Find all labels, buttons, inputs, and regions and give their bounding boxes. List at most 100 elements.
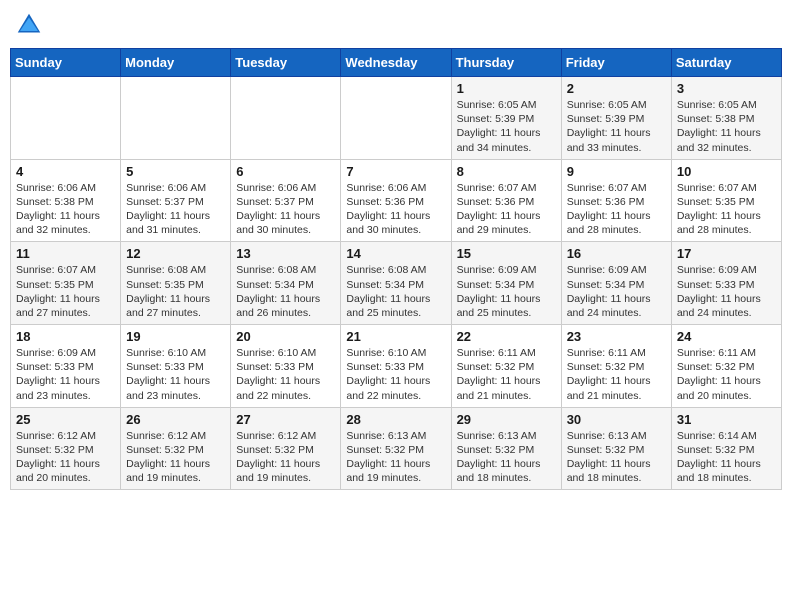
day-info: Sunrise: 6:11 AM Sunset: 5:32 PM Dayligh…	[457, 346, 556, 403]
day-info: Sunrise: 6:06 AM Sunset: 5:37 PM Dayligh…	[236, 181, 335, 238]
calendar-cell: 5Sunrise: 6:06 AM Sunset: 5:37 PM Daylig…	[121, 159, 231, 242]
day-number: 25	[16, 412, 115, 427]
day-number: 22	[457, 329, 556, 344]
calendar-cell: 11 Sunrise: 6:07 AM Sunset: 5:35 PM Dayli…	[11, 242, 121, 325]
day-info: Sunrise: 6:12 AM Sunset: 5:32 PM Dayligh…	[126, 429, 225, 486]
day-number: 9	[567, 164, 666, 179]
calendar-cell: 20 Sunrise: 6:10 AM Sunset: 5:33 PM Dayli…	[231, 325, 341, 408]
day-number: 18	[16, 329, 115, 344]
week-row-4: 18 Sunrise: 6:09 AM Sunset: 5:33 PM Dayli…	[11, 325, 782, 408]
logo-icon	[14, 10, 44, 40]
day-info: Sunrise: 6:13 AM Sunset: 5:32 PM Dayligh…	[346, 429, 445, 486]
calendar-cell: 22 Sunrise: 6:11 AM Sunset: 5:32 PM Dayli…	[451, 325, 561, 408]
calendar-cell: 6 Sunrise: 6:06 AM Sunset: 5:37 PM Daylig…	[231, 159, 341, 242]
day-number: 12	[126, 246, 225, 261]
day-info: Sunrise: 6:11 AM Sunset: 5:32 PM Dayligh…	[677, 346, 776, 403]
weekday-header-sunday: Sunday	[11, 49, 121, 77]
weekday-header-friday: Friday	[561, 49, 671, 77]
week-row-3: 11 Sunrise: 6:07 AM Sunset: 5:35 PM Dayli…	[11, 242, 782, 325]
calendar-cell	[11, 77, 121, 160]
calendar-cell: 30 Sunrise: 6:13 AM Sunset: 5:32 PM Dayli…	[561, 407, 671, 490]
day-number: 30	[567, 412, 666, 427]
day-info: Sunrise: 6:08 AM Sunset: 5:34 PM Dayligh…	[236, 263, 335, 320]
day-number: 2	[567, 81, 666, 96]
calendar-cell: 28 Sunrise: 6:13 AM Sunset: 5:32 PM Dayli…	[341, 407, 451, 490]
day-number: 21	[346, 329, 445, 344]
day-number: 8	[457, 164, 556, 179]
day-info: Sunrise: 6:12 AM Sunset: 5:32 PM Dayligh…	[16, 429, 115, 486]
day-info: Sunrise: 6:08 AM Sunset: 5:35 PM Dayligh…	[126, 263, 225, 320]
calendar-cell: 13 Sunrise: 6:08 AM Sunset: 5:34 PM Dayli…	[231, 242, 341, 325]
day-number: 31	[677, 412, 776, 427]
day-info: Sunrise: 6:07 AM Sunset: 5:36 PM Dayligh…	[567, 181, 666, 238]
day-number: 1	[457, 81, 556, 96]
day-number: 13	[236, 246, 335, 261]
calendar-cell: 7Sunrise: 6:06 AM Sunset: 5:36 PM Daylig…	[341, 159, 451, 242]
day-info: Sunrise: 6:05 AM Sunset: 5:39 PM Dayligh…	[457, 98, 556, 155]
weekday-header-monday: Monday	[121, 49, 231, 77]
calendar-cell: 17 Sunrise: 6:09 AM Sunset: 5:33 PM Dayli…	[671, 242, 781, 325]
day-info: Sunrise: 6:09 AM Sunset: 5:34 PM Dayligh…	[567, 263, 666, 320]
day-info: Sunrise: 6:06 AM Sunset: 5:38 PM Dayligh…	[16, 181, 115, 238]
logo	[14, 10, 48, 40]
calendar-cell: 10Sunrise: 6:07 AM Sunset: 5:35 PM Dayli…	[671, 159, 781, 242]
day-info: Sunrise: 6:10 AM Sunset: 5:33 PM Dayligh…	[126, 346, 225, 403]
day-info: Sunrise: 6:08 AM Sunset: 5:34 PM Dayligh…	[346, 263, 445, 320]
day-info: Sunrise: 6:10 AM Sunset: 5:33 PM Dayligh…	[236, 346, 335, 403]
day-info: Sunrise: 6:13 AM Sunset: 5:32 PM Dayligh…	[457, 429, 556, 486]
calendar-cell: 19 Sunrise: 6:10 AM Sunset: 5:33 PM Dayli…	[121, 325, 231, 408]
day-info: Sunrise: 6:12 AM Sunset: 5:32 PM Dayligh…	[236, 429, 335, 486]
day-info: Sunrise: 6:14 AM Sunset: 5:32 PM Dayligh…	[677, 429, 776, 486]
calendar-cell: 4Sunrise: 6:06 AM Sunset: 5:38 PM Daylig…	[11, 159, 121, 242]
calendar-cell: 29 Sunrise: 6:13 AM Sunset: 5:32 PM Dayli…	[451, 407, 561, 490]
day-number: 19	[126, 329, 225, 344]
week-row-5: 25 Sunrise: 6:12 AM Sunset: 5:32 PM Dayli…	[11, 407, 782, 490]
weekday-header-wednesday: Wednesday	[341, 49, 451, 77]
weekday-header-tuesday: Tuesday	[231, 49, 341, 77]
calendar-cell: 8 Sunrise: 6:07 AM Sunset: 5:36 PM Daylig…	[451, 159, 561, 242]
day-info: Sunrise: 6:07 AM Sunset: 5:36 PM Dayligh…	[457, 181, 556, 238]
calendar-cell: 14 Sunrise: 6:08 AM Sunset: 5:34 PM Dayli…	[341, 242, 451, 325]
day-number: 14	[346, 246, 445, 261]
day-number: 29	[457, 412, 556, 427]
day-info: Sunrise: 6:09 AM Sunset: 5:33 PM Dayligh…	[16, 346, 115, 403]
calendar-cell: 12 Sunrise: 6:08 AM Sunset: 5:35 PM Dayli…	[121, 242, 231, 325]
day-info: Sunrise: 6:06 AM Sunset: 5:37 PM Dayligh…	[126, 181, 225, 238]
calendar-cell: 3 Sunrise: 6:05 AM Sunset: 5:38 PM Daylig…	[671, 77, 781, 160]
day-number: 15	[457, 246, 556, 261]
day-number: 16	[567, 246, 666, 261]
day-number: 20	[236, 329, 335, 344]
week-row-2: 4Sunrise: 6:06 AM Sunset: 5:38 PM Daylig…	[11, 159, 782, 242]
day-info: Sunrise: 6:07 AM Sunset: 5:35 PM Dayligh…	[677, 181, 776, 238]
weekday-header-saturday: Saturday	[671, 49, 781, 77]
day-number: 26	[126, 412, 225, 427]
day-info: Sunrise: 6:05 AM Sunset: 5:38 PM Dayligh…	[677, 98, 776, 155]
day-info: Sunrise: 6:13 AM Sunset: 5:32 PM Dayligh…	[567, 429, 666, 486]
day-number: 3	[677, 81, 776, 96]
day-number: 17	[677, 246, 776, 261]
calendar-cell: 27 Sunrise: 6:12 AM Sunset: 5:32 PM Dayli…	[231, 407, 341, 490]
day-info: Sunrise: 6:07 AM Sunset: 5:35 PM Dayligh…	[16, 263, 115, 320]
calendar-cell: 26 Sunrise: 6:12 AM Sunset: 5:32 PM Dayli…	[121, 407, 231, 490]
day-number: 11	[16, 246, 115, 261]
day-info: Sunrise: 6:06 AM Sunset: 5:36 PM Dayligh…	[346, 181, 445, 238]
weekday-header-thursday: Thursday	[451, 49, 561, 77]
day-info: Sunrise: 6:10 AM Sunset: 5:33 PM Dayligh…	[346, 346, 445, 403]
calendar-cell: 2Sunrise: 6:05 AM Sunset: 5:39 PM Daylig…	[561, 77, 671, 160]
calendar-cell	[121, 77, 231, 160]
calendar-cell: 21 Sunrise: 6:10 AM Sunset: 5:33 PM Dayli…	[341, 325, 451, 408]
calendar-cell: 15 Sunrise: 6:09 AM Sunset: 5:34 PM Dayli…	[451, 242, 561, 325]
day-info: Sunrise: 6:09 AM Sunset: 5:34 PM Dayligh…	[457, 263, 556, 320]
day-number: 27	[236, 412, 335, 427]
calendar-cell: 24Sunrise: 6:11 AM Sunset: 5:32 PM Dayli…	[671, 325, 781, 408]
day-number: 23	[567, 329, 666, 344]
calendar-cell: 23 Sunrise: 6:11 AM Sunset: 5:32 PM Dayli…	[561, 325, 671, 408]
day-number: 28	[346, 412, 445, 427]
calendar-cell: 16 Sunrise: 6:09 AM Sunset: 5:34 PM Dayli…	[561, 242, 671, 325]
day-info: Sunrise: 6:11 AM Sunset: 5:32 PM Dayligh…	[567, 346, 666, 403]
calendar-cell: 18 Sunrise: 6:09 AM Sunset: 5:33 PM Dayli…	[11, 325, 121, 408]
day-number: 6	[236, 164, 335, 179]
calendar: SundayMondayTuesdayWednesdayThursdayFrid…	[10, 48, 782, 490]
day-info: Sunrise: 6:09 AM Sunset: 5:33 PM Dayligh…	[677, 263, 776, 320]
calendar-cell: 9 Sunrise: 6:07 AM Sunset: 5:36 PM Daylig…	[561, 159, 671, 242]
